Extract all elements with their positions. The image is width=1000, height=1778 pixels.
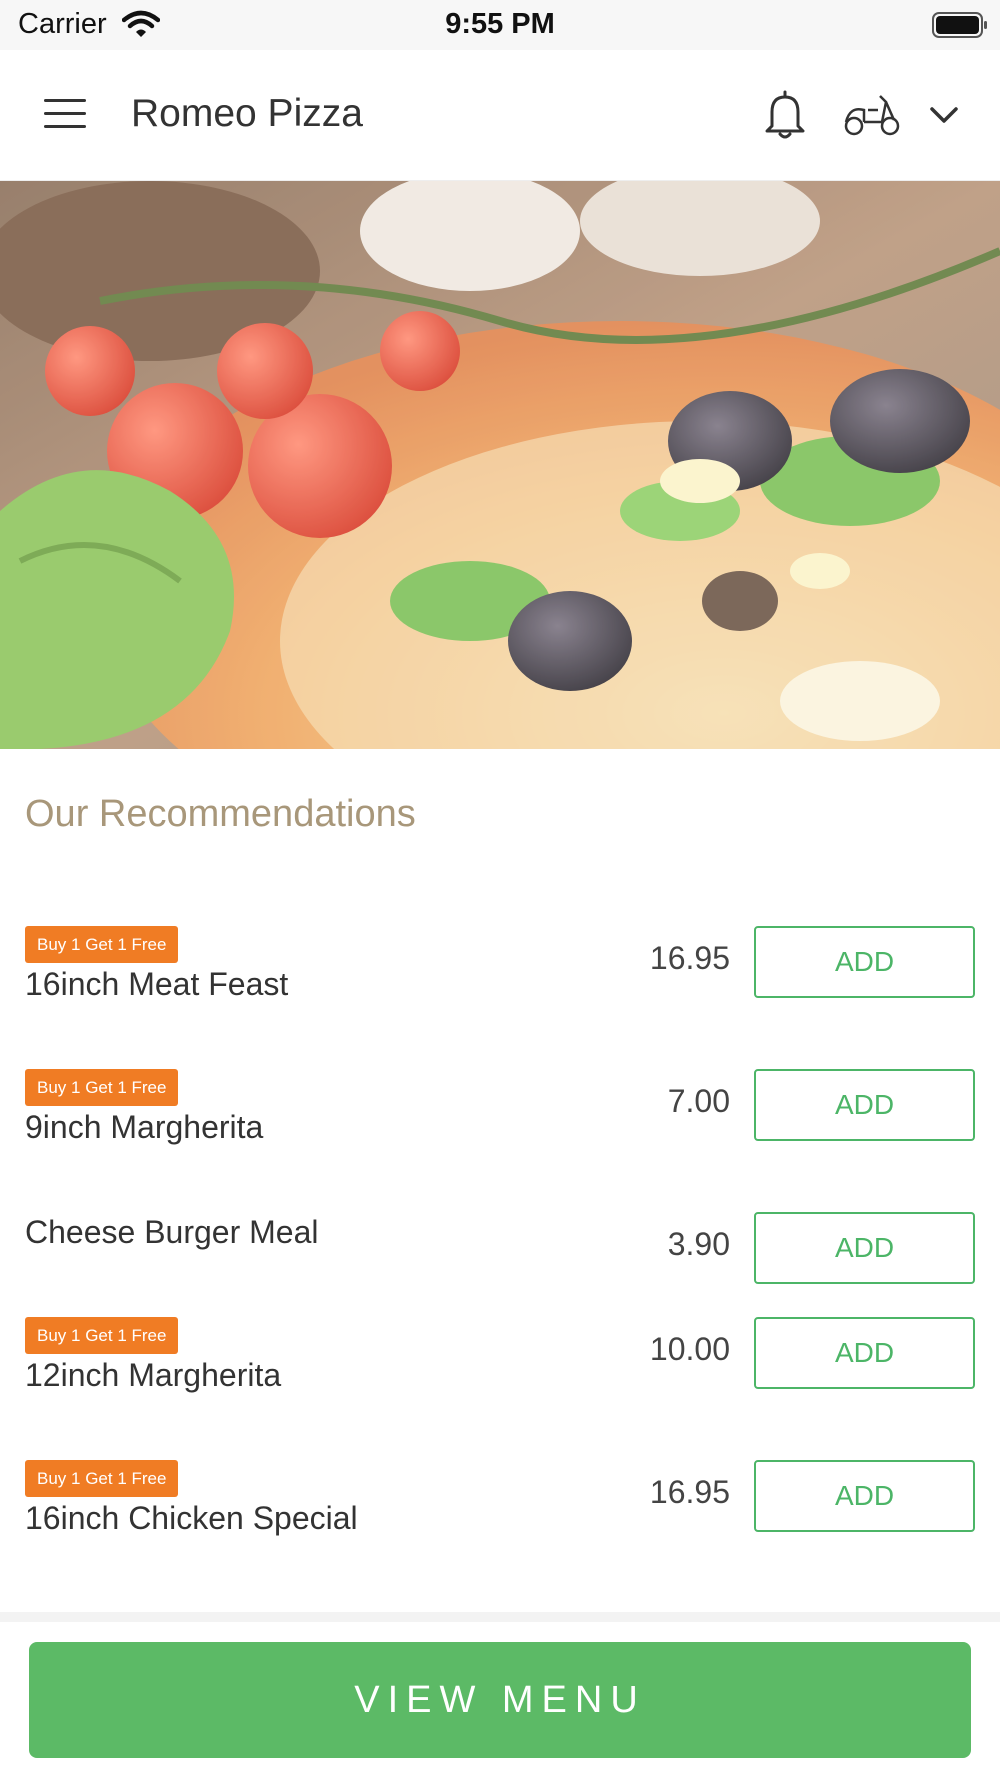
item-name: 12inch Margherita (25, 1357, 282, 1393)
footer-divider (0, 1612, 1000, 1622)
restaurant-title: Romeo Pizza (131, 92, 363, 135)
promo-badge: Buy 1 Get 1 Free (25, 1460, 179, 1497)
hero-pizza-image (0, 181, 1000, 749)
item-name: Cheese Burger Meal (25, 1214, 319, 1250)
scooter-icon[interactable] (842, 92, 902, 138)
add-button[interactable]: ADD (754, 1460, 975, 1532)
item-price: 7.00 (667, 1083, 730, 1119)
item-name: 16inch Meat Feast (25, 966, 289, 1002)
add-button[interactable]: ADD (754, 1317, 975, 1389)
promo-badge: Buy 1 Get 1 Free (25, 926, 179, 963)
item-price: 16.95 (649, 940, 730, 976)
item-name: 16inch Chicken Special (25, 1500, 358, 1536)
item-name: 9inch Margherita (25, 1109, 264, 1145)
item-price: 16.95 (649, 1474, 730, 1510)
app-header: Romeo Pizza (0, 50, 1000, 181)
bell-icon[interactable] (760, 88, 810, 142)
chevron-down-icon[interactable] (928, 104, 960, 126)
view-menu-button[interactable]: VIEW MENU (29, 1642, 971, 1758)
promo-badge: Buy 1 Get 1 Free (25, 1317, 179, 1354)
add-button[interactable]: ADD (754, 926, 975, 998)
item-price: 3.90 (667, 1226, 730, 1262)
battery-icon (932, 12, 987, 38)
menu-icon[interactable] (44, 99, 86, 131)
add-button[interactable]: ADD (754, 1212, 975, 1284)
promo-badge: Buy 1 Get 1 Free (25, 1069, 179, 1106)
add-button[interactable]: ADD (754, 1069, 975, 1141)
section-title: Our Recommendations (25, 793, 416, 835)
status-time: 9:55 PM (445, 8, 555, 40)
status-bar: Carrier 9:55 PM (0, 0, 1000, 50)
item-price: 10.00 (649, 1331, 730, 1367)
